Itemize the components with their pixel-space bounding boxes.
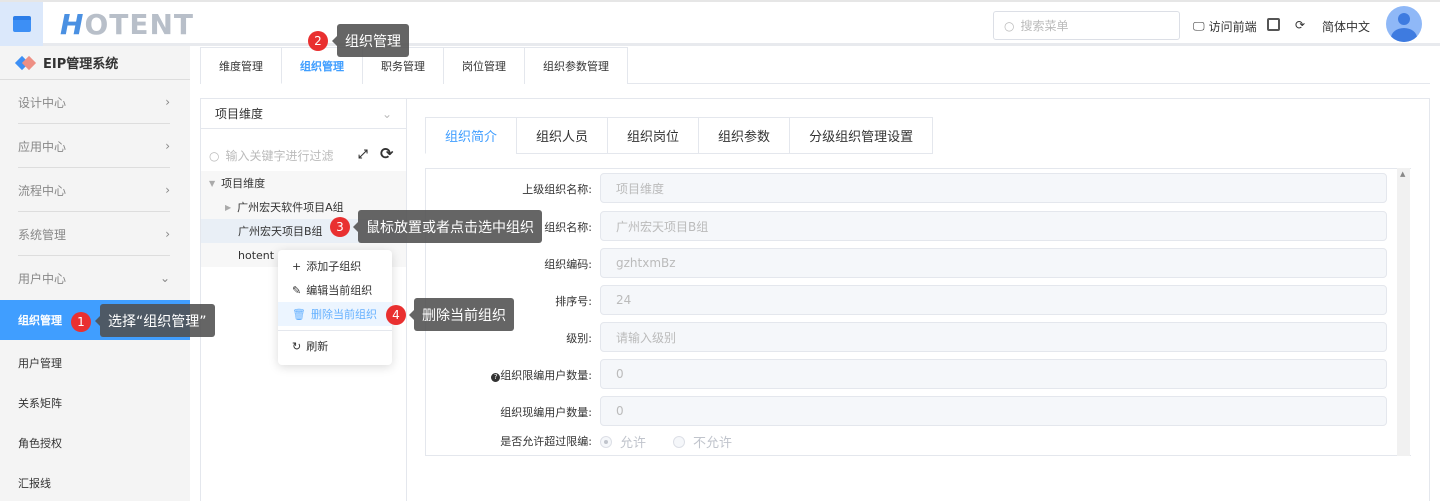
system-brand: EIP管理系统 [0, 46, 190, 80]
trash-icon: 🗑 [292, 307, 306, 321]
callout-tooltip: 删除当前组织 [409, 298, 514, 331]
search-menu-input[interactable]: ○ 搜索菜单 [993, 11, 1180, 40]
radio-icon [673, 435, 685, 448]
refresh-icon[interactable]: ⟳ [380, 144, 393, 163]
monitor-icon: 🖵 [1193, 19, 1205, 33]
refresh-icon: ⟳ [1295, 18, 1306, 32]
tab-grade-settings[interactable]: 分级组织管理设置 [789, 117, 934, 154]
delete-org-item[interactable]: 🗑 删除当前组织 [278, 302, 392, 326]
add-child-org-item[interactable]: + 添加子组织 [278, 254, 392, 278]
tab-org-params-management[interactable]: 组织参数管理 [524, 47, 628, 84]
menu-toggle-button[interactable] [0, 2, 43, 46]
caret-right-icon: ▶ [225, 202, 232, 212]
chevron-down-icon: ⌄ [381, 106, 392, 121]
field-label: 是否允许超过限编: [500, 435, 592, 448]
hotent-logo: HOTENT [60, 8, 194, 41]
tab-org-params[interactable]: 组织参数 [698, 117, 791, 154]
edit-org-item[interactable]: ✎ 编辑当前组织 [278, 278, 392, 302]
allow-radio[interactable]: 允许 [600, 432, 646, 451]
refresh-button[interactable]: ⟳ [1295, 18, 1305, 32]
sidebar: EIP管理系统 设计中心 › 应用中心 › 流程中心 › 系统管理 › 用户中心 ⌄ 组织… [0, 46, 190, 501]
current-users-input[interactable]: 0 [600, 396, 1387, 426]
chevron-right-icon: › [165, 95, 170, 109]
search-icon: ○ [209, 148, 220, 163]
refresh-icon: ↻ [292, 339, 302, 353]
callout-tooltip: 选择“组织管理” [95, 304, 215, 337]
callout-tooltip: 鼠标放置或者点击选中组织 [353, 210, 542, 243]
radio-checked-icon [600, 435, 612, 448]
sidebar-item-relation-matrix[interactable]: 关系矩阵 [0, 383, 190, 423]
org-name-input[interactable]: 广州宏天项目B组 [600, 211, 1387, 241]
sidebar-item-app-center[interactable]: 应用中心 › [0, 124, 190, 168]
caret-down-icon: ▼ [209, 178, 216, 188]
field-label-with-help: ? 组织限编用户数量: [422, 367, 592, 383]
sidebar-item-design-center[interactable]: 设计中心 › [0, 80, 190, 124]
field-label: 组织编码: [544, 258, 592, 271]
field-label: 组织现编用户数量: [500, 406, 592, 419]
language-select[interactable]: 简体中文 [1322, 18, 1370, 35]
step-badge: 4 [386, 305, 406, 325]
disallow-radio[interactable]: 不允许 [673, 432, 732, 451]
tree-filter-input[interactable]: ○ 输入关键字进行过滤 [209, 147, 399, 164]
expand-icon[interactable]: ⤢ [358, 147, 368, 162]
chevron-right-icon: › [165, 139, 170, 153]
form-scrollbar[interactable]: ▲ [1397, 168, 1410, 456]
top-header: HOTENT ○ 搜索菜单 🖵 访问前端 ⟳ 简体中文 [0, 0, 1440, 46]
fullscreen-icon [1267, 18, 1280, 31]
step-badge: 1 [71, 312, 91, 332]
level-input[interactable]: 请输入级别 [600, 322, 1387, 352]
brand-logo-icon [14, 55, 37, 70]
sidebar-item-flow-center[interactable]: 流程中心 › [0, 168, 190, 212]
tree-node-root[interactable]: ▼ 项目维度 [201, 171, 406, 195]
user-avatar[interactable] [1386, 6, 1422, 42]
detail-tabs: 组织简介 组织人员 组织岗位 组织参数 分级组织管理设置 [425, 117, 934, 154]
chevron-down-icon: ⌄ [159, 271, 170, 285]
sidebar-item-user-management[interactable]: 用户管理 [0, 343, 190, 383]
help-icon: ? [491, 373, 501, 382]
menu-divider [278, 330, 392, 331]
tab-org-intro[interactable]: 组织简介 [425, 117, 518, 154]
tab-dimension-management[interactable]: 维度管理 [200, 47, 282, 84]
sidebar-item-report-line[interactable]: 汇报线 [0, 463, 190, 503]
sidebar-item-user-center[interactable]: 用户中心 ⌄ [0, 256, 190, 300]
step-badge: 2 [308, 31, 328, 51]
dimension-select[interactable]: 项目维度 ⌄ [201, 99, 406, 129]
user-limit-input[interactable]: 0 [600, 359, 1387, 389]
field-label: 级别: [566, 332, 592, 345]
sort-order-input[interactable]: 24 [600, 285, 1387, 315]
edit-icon: ✎ [292, 283, 302, 297]
visit-frontend-button[interactable]: 🖵 访问前端 [1193, 18, 1257, 35]
tab-org-users[interactable]: 组织人员 [516, 117, 609, 154]
sidebar-item-role-auth[interactable]: 角色授权 [0, 423, 190, 463]
page-tabs: 维度管理 组织管理 职务管理 岗位管理 组织参数管理 [200, 47, 628, 84]
fullscreen-button[interactable] [1267, 18, 1280, 31]
tab-post-management[interactable]: 岗位管理 [443, 47, 525, 84]
chevron-right-icon: › [165, 183, 170, 197]
refresh-item[interactable]: ↻ 刷新 [278, 334, 392, 358]
tab-org-posts[interactable]: 组织岗位 [607, 117, 700, 154]
context-menu: + 添加子组织 ✎ 编辑当前组织 🗑 删除当前组织 ↻ 刷新 [278, 250, 392, 365]
field-label: 上级组织名称: [522, 183, 592, 196]
chevron-right-icon: › [165, 227, 170, 241]
callout-tooltip: 组织管理 [332, 24, 409, 57]
org-code-input[interactable]: gzhtxmBz [600, 248, 1387, 278]
step-badge: 3 [330, 217, 350, 237]
parent-org-name-input[interactable]: 项目维度 [600, 173, 1387, 203]
sidebar-item-system-management[interactable]: 系统管理 › [0, 212, 190, 256]
search-icon: ○ [1004, 18, 1015, 33]
plus-icon: + [292, 259, 302, 273]
menu-icon [12, 16, 31, 32]
